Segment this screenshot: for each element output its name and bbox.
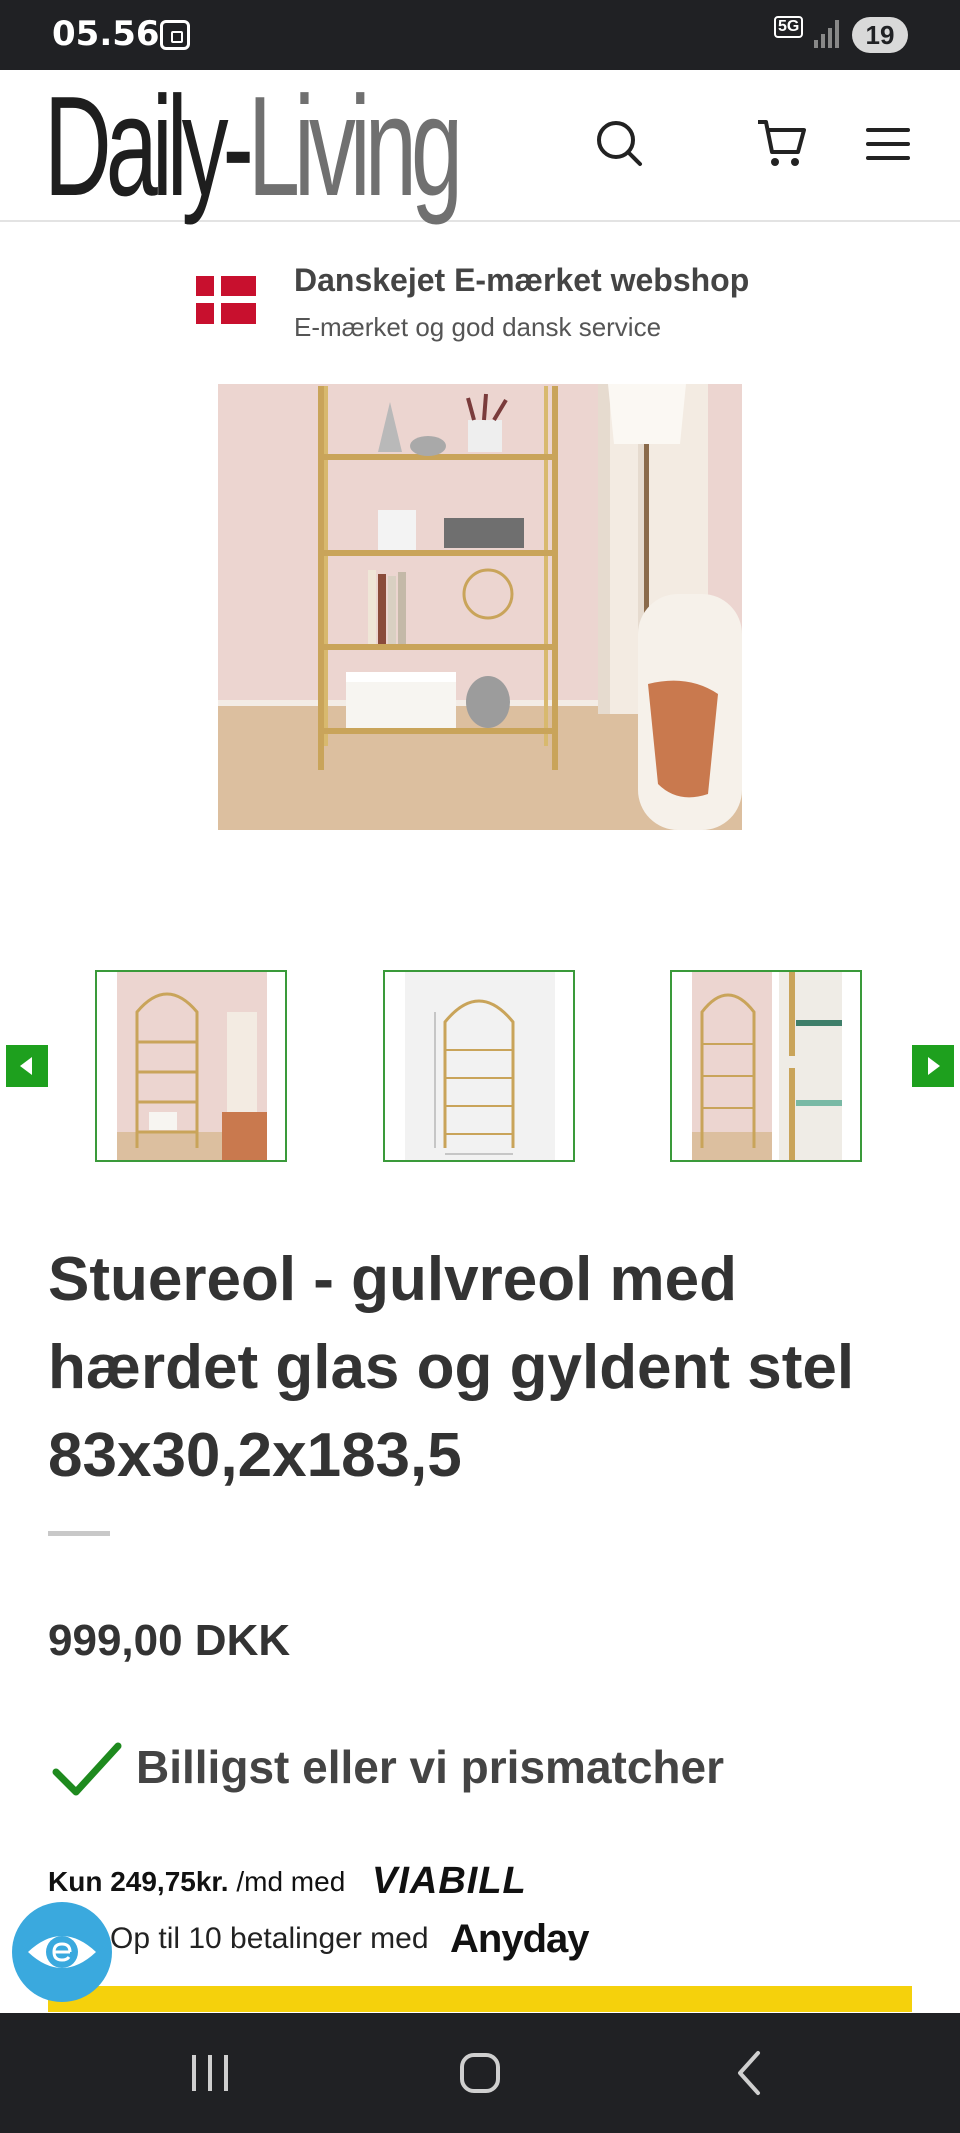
search-icon[interactable] [592,116,648,172]
danish-flag-icon [196,276,256,324]
price-promise: Billigst eller vi prismatcher [136,1741,725,1793]
screenshot-icon [160,20,190,50]
trust-badge[interactable]: Danskejet E-mærket webshop E-mærket og g… [196,262,796,362]
accessibility-button[interactable] [12,1902,112,2002]
status-time: 05.56 [52,14,160,54]
product-main-image[interactable] [218,384,742,830]
anyday-logo[interactable]: Anyday [450,1917,589,1962]
thumbnail-1[interactable] [95,970,287,1162]
trust-badge-subtitle: E-mærket og god dansk service [294,312,662,342]
back-icon[interactable] [718,2041,782,2105]
thumbnail-3[interactable] [670,970,862,1162]
site-header: Daily-Living [0,70,960,222]
title-divider [48,1531,110,1536]
system-nav-bar [0,2013,960,2133]
thumbnail-2[interactable] [383,970,575,1162]
battery-level: 19 [852,17,908,53]
chevron-right-icon [928,1057,940,1075]
viabill-logo[interactable]: VIABILL [372,1860,527,1903]
chevron-left-icon [20,1057,32,1075]
add-to-cart-button[interactable] [48,1986,912,2012]
recent-apps-icon[interactable] [178,2041,242,2105]
eye-icon [28,1936,96,1968]
home-icon[interactable] [448,2041,512,2105]
status-bar: 05.56 5G 19 [0,0,960,70]
carousel-prev-button[interactable] [6,1045,48,1087]
trust-badge-title: Danskejet E-mærket webshop [294,262,750,298]
viabill-info: Kun 249,75kr. /md med [48,1866,346,1897]
signal-icon [814,20,840,48]
menu-icon[interactable] [860,116,916,172]
carousel-next-button[interactable] [912,1045,954,1087]
product-title: Stuereol - gulvreol med hærdet glas og g… [48,1245,855,1490]
network-type: 5G [774,16,804,38]
site-logo[interactable]: Daily-Living [44,72,463,222]
checkmark-icon [52,1742,122,1796]
cart-icon[interactable] [754,116,810,172]
product-price: 999,00 DKK [48,1616,291,1665]
anyday-info: Op til 10 betalinger med [110,1922,429,1955]
